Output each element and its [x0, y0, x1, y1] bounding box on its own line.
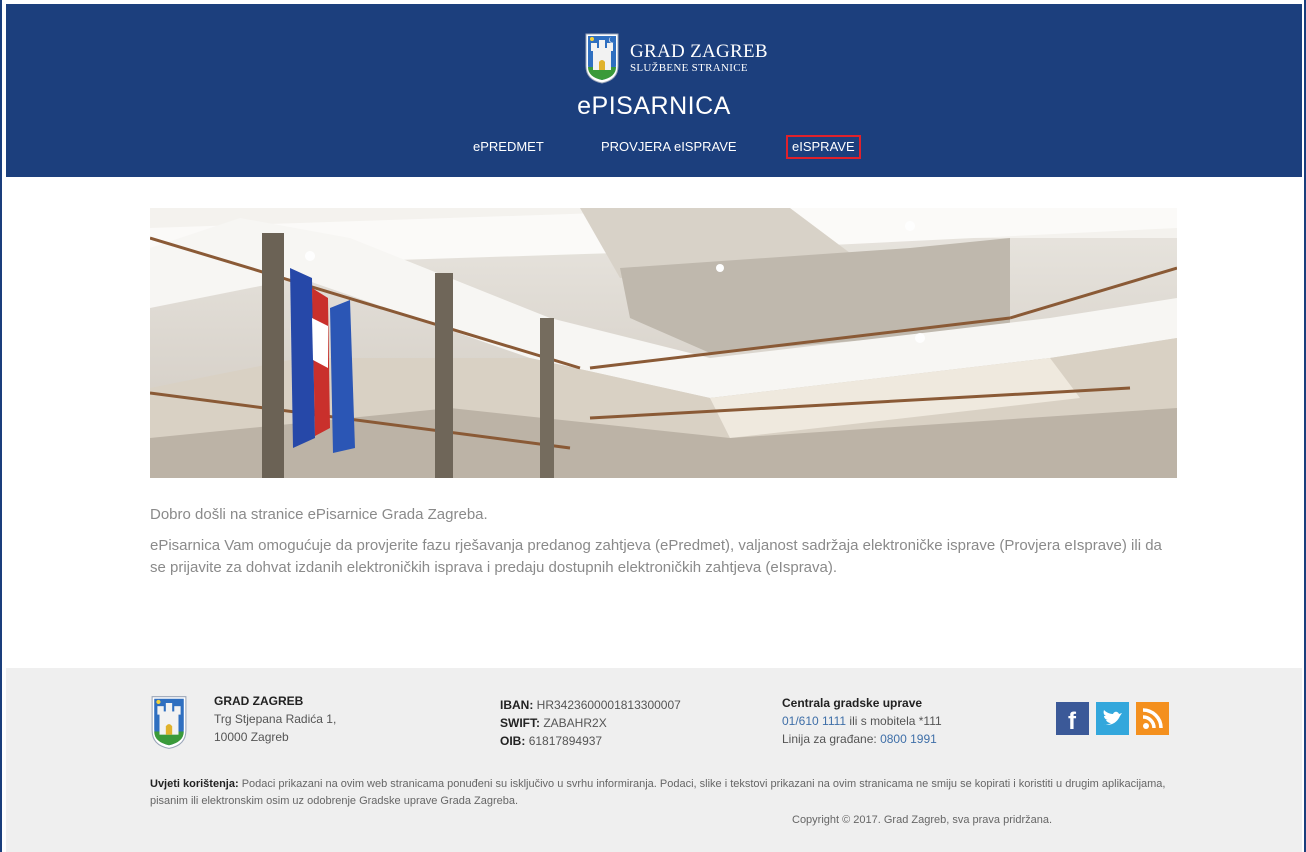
- citizens-phone-link[interactable]: 0800 1991: [880, 732, 937, 746]
- atrium-photo: [150, 208, 1177, 478]
- central-phone-suffix: ili s mobitela *111: [846, 714, 942, 728]
- address-line2: 10000 Zagreb: [214, 730, 289, 744]
- central-title: Centrala gradske uprave: [782, 696, 923, 710]
- swift-label: SWIFT:: [500, 716, 540, 730]
- zagreb-crest-icon: [585, 33, 619, 84]
- oib-value: 61817894937: [528, 734, 603, 748]
- oib-label: OIB:: [500, 734, 526, 748]
- brand-logo[interactable]: GRAD ZAGREB SLUŽBENE STRANICE: [584, 32, 768, 84]
- footer-address: GRAD ZAGREB Trg Stjepana Radića 1, 10000…: [214, 692, 336, 746]
- facebook-icon[interactable]: f: [1056, 702, 1089, 735]
- hero-image: [150, 208, 1177, 478]
- site-header: GRAD ZAGREB SLUŽBENE STRANICE ePISARNICA…: [6, 4, 1302, 177]
- app-title: ePISARNICA: [577, 92, 731, 120]
- citizens-label: Linija za građane:: [782, 732, 881, 746]
- nav-item-provjera-eisprave[interactable]: PROVJERA eISPRAVE: [601, 138, 737, 156]
- address-line1: Trg Stjepana Radića 1,: [214, 712, 337, 726]
- nav-item-epredmet[interactable]: ePREDMET: [473, 138, 544, 156]
- rss-icon[interactable]: [1136, 702, 1169, 735]
- welcome-text: Dobro došli na stranice ePisarnice Grada…: [150, 506, 488, 523]
- iban-value: HR3423600001813300007: [536, 698, 681, 712]
- swift-value: ZABAHR2X: [543, 716, 607, 730]
- social-links: f: [1056, 702, 1176, 735]
- footer-org-name: GRAD ZAGREB: [214, 694, 304, 708]
- iban-label: IBAN:: [500, 698, 534, 712]
- main-nav: ePREDMET PROVJERA eISPRAVE eISPRAVE: [6, 135, 1302, 162]
- brand-name: GRAD ZAGREB: [630, 40, 768, 62]
- central-phone-link[interactable]: 01/610 1111: [782, 714, 846, 728]
- description-text: ePisarnica Vam omogućuje da provjerite f…: [150, 537, 1162, 576]
- copyright: Copyright © 2017. Grad Zagreb, sva prava…: [792, 814, 1053, 826]
- svg-text:f: f: [1068, 708, 1077, 735]
- brand-subtitle: SLUŽBENE STRANICE: [630, 61, 748, 74]
- nav-item-eisprave[interactable]: eISPRAVE: [786, 135, 861, 159]
- footer-bank-info: IBAN: HR3423600001813300007 SWIFT: ZABAH…: [500, 696, 681, 750]
- twitter-icon[interactable]: [1096, 702, 1129, 735]
- site-footer: GRAD ZAGREB Trg Stjepana Radića 1, 10000…: [6, 668, 1302, 852]
- zagreb-crest-icon: [151, 696, 187, 749]
- terms-of-use: Uvjeti korištenja: Podaci prikazani na o…: [150, 776, 1190, 810]
- footer-contact: Centrala gradske uprave 01/610 1111 ili …: [782, 694, 942, 748]
- terms-label: Uvjeti korištenja:: [150, 778, 239, 790]
- terms-text: Podaci prikazani na ovim web stranicama …: [150, 778, 1166, 807]
- intro-text: Dobro došli na stranice ePisarnice Grada…: [150, 504, 1180, 588]
